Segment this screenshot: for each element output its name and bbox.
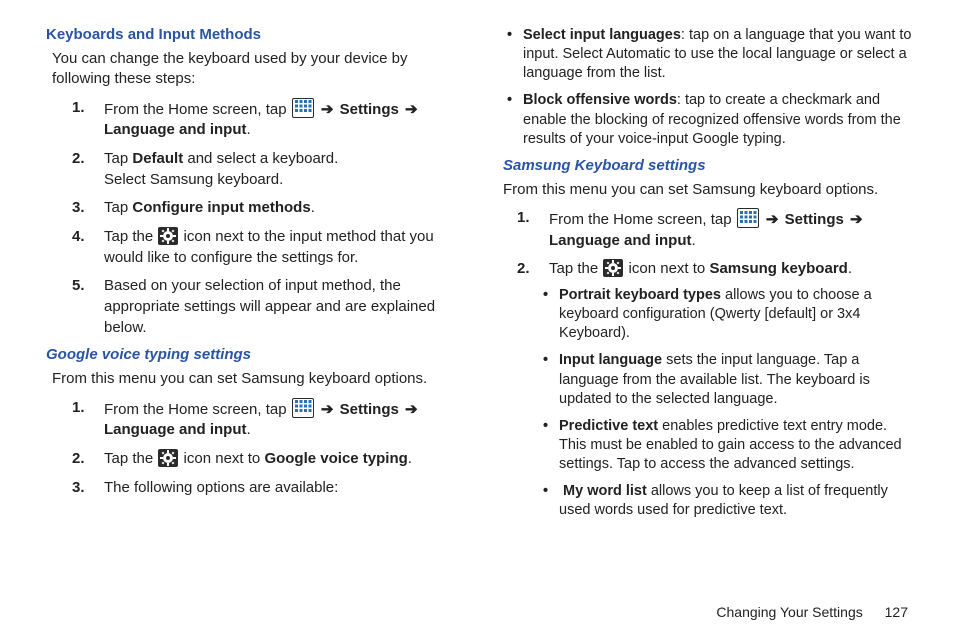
intro-para-2: From this menu you can set Samsung keybo… [52, 369, 459, 389]
list-item: 1. From the Home screen, tap ➔ Settings … [517, 208, 916, 251]
page: Keyboards and Input Methods You can chan… [0, 0, 954, 636]
list-item: Input language sets the input language. … [543, 351, 916, 408]
step-text: Based on your selection of input method,… [104, 277, 435, 335]
bullet-list-voice-options: Select input languages: tap on a languag… [507, 26, 916, 149]
list-item: 2. Tap the icon next to Samsung keyboard… [517, 259, 916, 520]
list-item: 1. From the Home screen, tap ➔ Settings … [72, 98, 459, 141]
step-text: Tap the [549, 260, 602, 277]
gear-icon [603, 259, 623, 277]
step-text: From the Home screen, tap [104, 401, 287, 418]
step-number: 4. [72, 227, 85, 248]
list-item: Predictive text enables predictive text … [543, 417, 916, 474]
step-text: The following options are available: [104, 479, 338, 496]
list-item: 3. Tap Configure input methods. [72, 198, 459, 219]
list-item: Portrait keyboard types allows you to ch… [543, 286, 916, 343]
bold-samsung-keyboard: Samsung keyboard [709, 260, 847, 277]
heading-google-voice-typing: Google voice typing settings [46, 346, 459, 363]
gear-icon [158, 227, 178, 245]
arrow-icon: ➔ [764, 211, 781, 228]
bold-my-word-list: My word list [563, 483, 647, 499]
list-item: 5. Based on your selection of input meth… [72, 276, 459, 338]
right-column: Select input languages: tap on a languag… [503, 26, 916, 618]
heading-keyboards-input-methods: Keyboards and Input Methods [46, 26, 459, 43]
list-item: Select input languages: tap on a languag… [507, 26, 916, 83]
step-number: 2. [517, 259, 530, 280]
arrow-icon: ➔ [848, 211, 865, 228]
intro-para-1: You can change the keyboard used by your… [52, 49, 459, 90]
step-text: From the Home screen, tap [104, 101, 287, 118]
left-column: Keyboards and Input Methods You can chan… [46, 26, 459, 618]
step-text: . [848, 260, 852, 277]
apps-grid-icon [737, 208, 759, 228]
step-number: 1. [72, 398, 85, 419]
bold-settings: Settings [785, 211, 844, 228]
bold-settings: Settings [340, 401, 399, 418]
step-number: 5. [72, 276, 85, 297]
step-number: 2. [72, 449, 85, 470]
step-text: icon next to [629, 260, 710, 277]
bold-settings: Settings [340, 101, 399, 118]
list-item: 2. Tap the icon next to Google voice typ… [72, 449, 459, 470]
step-text: . [408, 450, 412, 467]
bold-language-input: Language and input [104, 121, 247, 138]
step-number: 2. [72, 149, 85, 170]
arrow-icon: ➔ [403, 101, 420, 118]
arrow-icon: ➔ [319, 101, 336, 118]
step-number: 3. [72, 198, 85, 219]
bold-default: Default [132, 150, 183, 167]
list-item: My word list allows you to keep a list o… [543, 482, 916, 520]
step-text: icon next to [184, 450, 265, 467]
step-text: . [311, 199, 315, 216]
bold-block-offensive-words: Block offensive words [523, 92, 677, 108]
bold-google-voice-typing: Google voice typing [264, 450, 407, 467]
step-text: Select Samsung keyboard. [104, 171, 283, 188]
list-item: 3. The following options are available: [72, 478, 459, 499]
bold-configure-input-methods: Configure input methods [132, 199, 310, 216]
arrow-icon: ➔ [403, 401, 420, 418]
step-number: 1. [72, 98, 85, 119]
steps-list-1: 1. From the Home screen, tap ➔ Settings … [72, 98, 459, 339]
bold-portrait-keyboard-types: Portrait keyboard types [559, 287, 721, 303]
step-text: Tap the [104, 228, 157, 245]
step-number: 3. [72, 478, 85, 499]
page-footer: Changing Your Settings 127 [716, 604, 908, 620]
apps-grid-icon [292, 98, 314, 118]
step-text: From the Home screen, tap [549, 211, 732, 228]
bold-input-language: Input language [559, 352, 662, 368]
gear-icon [158, 449, 178, 467]
list-item: 1. From the Home screen, tap ➔ Settings … [72, 398, 459, 441]
step-text: Tap the [104, 450, 157, 467]
step-text: and select a keyboard. [183, 150, 338, 167]
step-number: 1. [517, 208, 530, 229]
apps-grid-icon [292, 398, 314, 418]
step-text: Tap [104, 199, 132, 216]
page-number: 127 [885, 604, 908, 620]
footer-section-title: Changing Your Settings [716, 604, 862, 620]
bold-select-input-languages: Select input languages [523, 27, 681, 43]
list-item: 4. Tap the icon next to the input method… [72, 227, 459, 268]
intro-para-3: From this menu you can set Samsung keybo… [503, 180, 916, 200]
list-item: 2. Tap Default and select a keyboard. Se… [72, 149, 459, 190]
heading-samsung-keyboard-settings: Samsung Keyboard settings [503, 157, 916, 174]
bold-language-input: Language and input [104, 421, 247, 438]
steps-list-3: 1. From the Home screen, tap ➔ Settings … [517, 208, 916, 520]
bold-language-input: Language and input [549, 232, 692, 249]
bold-predictive-text: Predictive text [559, 418, 658, 434]
list-item: Block offensive words: tap to create a c… [507, 91, 916, 148]
arrow-icon: ➔ [319, 401, 336, 418]
steps-list-2: 1. From the Home screen, tap ➔ Settings … [72, 398, 459, 499]
step-text: Tap [104, 150, 132, 167]
bullet-list-samsung-options: Portrait keyboard types allows you to ch… [543, 286, 916, 520]
